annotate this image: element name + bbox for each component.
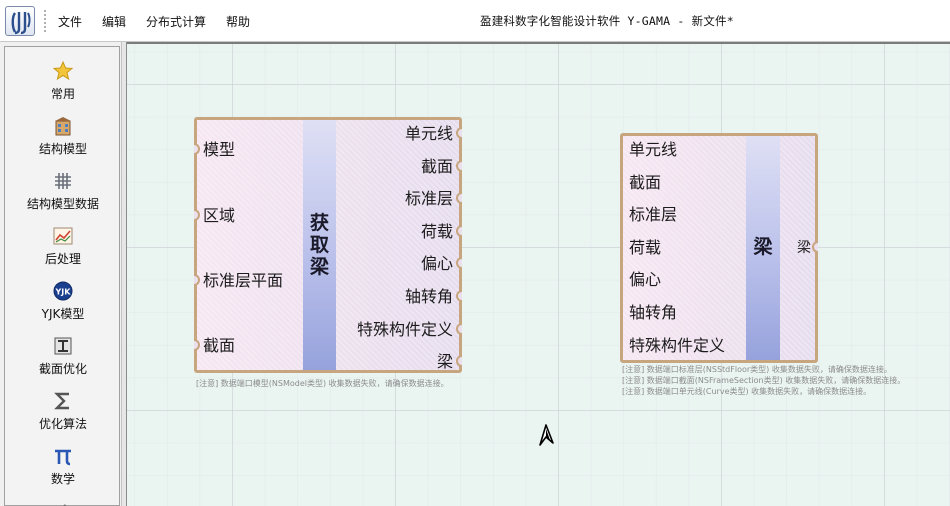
output-nub[interactable] — [456, 290, 462, 302]
toolbox-item-structural-model-data[interactable]: 结构模型数据 — [5, 163, 121, 215]
title-bar: 文件 编辑 分布式计算 帮助 盈建科数字化智能设计软件 Y-GAMA - 新文件… — [0, 0, 950, 42]
section-icon — [54, 337, 72, 355]
input-port-model[interactable]: 模型 — [203, 140, 235, 160]
output-port-eccentricity[interactable]: 偏心 — [421, 254, 453, 274]
input-port-load[interactable]: 荷载 — [629, 238, 661, 258]
toolbox-item-common[interactable]: 常用 — [5, 53, 121, 105]
toolbox-item-label: 常用 — [50, 87, 75, 101]
pi-icon — [55, 449, 71, 466]
component-toolbox: 常用 结构模型 结构模型数据 后处理 YJK YJK模型 截面优化 优化算法 数… — [0, 42, 122, 506]
toolbox-item-optimization-algorithm[interactable]: 优化算法 — [5, 383, 121, 435]
output-port-beam[interactable]: 梁 — [437, 352, 453, 372]
toolbox-item-math[interactable]: 数学 — [5, 438, 121, 490]
toolbox-item-post-processing[interactable]: 后处理 — [5, 218, 121, 270]
toolbox-item-structural-model[interactable]: 结构模型 — [5, 108, 121, 160]
toolbox-item-label: 后处理 — [44, 252, 81, 266]
toolbox-item-label: YJK模型 — [41, 307, 85, 321]
app-logo-icon[interactable] — [5, 6, 35, 36]
app-window: 文件 编辑 分布式计算 帮助 盈建科数字化智能设计软件 Y-GAMA - 新文件… — [0, 0, 950, 506]
toolbox-item-label: 截面优化 — [38, 362, 87, 376]
chart-icon — [53, 227, 73, 245]
input-nub[interactable] — [194, 143, 200, 155]
output-port-section[interactable]: 截面 — [421, 157, 453, 177]
input-port-std-floor[interactable]: 标准层 — [629, 205, 677, 225]
output-port-rotation-angle[interactable]: 轴转角 — [405, 287, 453, 307]
output-nub[interactable] — [456, 127, 462, 139]
toolbox-item-label: 数学 — [50, 472, 75, 486]
output-port-beam[interactable]: 梁 — [797, 238, 811, 258]
svg-text:YJK: YJK — [55, 288, 72, 297]
output-port-element-line[interactable]: 单元线 — [405, 124, 453, 144]
menu-help[interactable]: 帮助 — [226, 13, 250, 30]
window-title: 盈建科数字化智能设计软件 Y-GAMA - 新文件* — [480, 14, 734, 28]
input-port-section[interactable]: 截面 — [203, 336, 235, 356]
menu-edit[interactable]: 编辑 — [102, 13, 126, 30]
menu-distributed-computing[interactable]: 分布式计算 — [146, 13, 206, 30]
input-nub[interactable] — [194, 339, 200, 351]
toolbox-item-section-optimization[interactable]: 截面优化 — [5, 328, 121, 380]
node-beam-warning-3: [注意] 数据端口单元线(Curve类型) 收集数据失败，请确保数据连接。 — [622, 387, 872, 396]
toolbox-item-label: 优化算法 — [38, 417, 87, 431]
input-nub[interactable] — [194, 209, 200, 221]
toolbox-item-yjk-model[interactable]: YJK YJK模型 — [5, 273, 121, 325]
toolbox-item-label: 结构模型数据 — [26, 197, 99, 211]
node-get-beam[interactable]: 获取梁 模型 区域 标准层平面 截面 单元线 截面 标准层 荷载 偏心 轴转角 … — [194, 117, 462, 373]
node-beam-warning-2: [注意] 数据端口截面(NSFrameSection类型) 收集数据失败，请确保… — [622, 376, 906, 385]
output-nub[interactable] — [456, 257, 462, 269]
output-port-load[interactable]: 荷载 — [421, 222, 453, 242]
toolbox-panel: 常用 结构模型 结构模型数据 后处理 YJK YJK模型 截面优化 优化算法 数… — [4, 46, 120, 506]
menu-file[interactable]: 文件 — [58, 13, 82, 30]
star-icon — [53, 61, 73, 81]
node-beam[interactable]: 梁 单元线 截面 标准层 荷载 偏心 轴转角 特殊构件定义 梁 — [620, 133, 818, 363]
input-port-rotation-angle[interactable]: 轴转角 — [629, 303, 677, 323]
node-get-beam-warning: [注意] 数据端口模型(NSModel类型) 收集数据失败，请确保数据连接。 — [196, 379, 449, 388]
output-nub[interactable] — [456, 225, 462, 237]
output-nub[interactable] — [456, 192, 462, 204]
output-nub[interactable] — [456, 323, 462, 335]
toolbox-item-label: 结构模型 — [38, 142, 87, 156]
input-port-special-member[interactable]: 特殊构件定义 — [629, 336, 725, 356]
output-nub[interactable] — [812, 241, 818, 253]
node-beam-title-strip: 梁 — [746, 136, 780, 360]
node-beam-warning-1: [注意] 数据端口标准层(NSStdFloor类型) 收集数据失败，请确保数据连… — [622, 365, 892, 374]
output-port-std-floor[interactable]: 标准层 — [405, 189, 453, 209]
menu-grip — [44, 10, 47, 32]
tool-icon — [63, 504, 67, 506]
node-get-beam-title-strip: 获取梁 — [303, 120, 336, 370]
input-port-eccentricity[interactable]: 偏心 — [629, 270, 661, 290]
output-nub[interactable] — [456, 355, 462, 367]
grid-icon — [55, 173, 71, 189]
input-port-element-line[interactable]: 单元线 — [629, 140, 677, 160]
input-port-std-floor-plane[interactable]: 标准层平面 — [203, 271, 283, 291]
node-get-beam-title: 获取梁 — [309, 212, 329, 278]
node-beam-title: 梁 — [753, 236, 773, 258]
mouse-cursor-icon — [539, 424, 554, 446]
toolbox-item-partial[interactable] — [5, 493, 121, 506]
building-icon — [55, 117, 71, 136]
input-port-region[interactable]: 区域 — [203, 206, 235, 226]
input-port-section[interactable]: 截面 — [629, 173, 661, 193]
sigma-icon — [54, 392, 69, 410]
output-port-special-member[interactable]: 特殊构件定义 — [357, 320, 453, 340]
yjk-logo-icon: YJK — [53, 281, 73, 301]
output-nub[interactable] — [456, 160, 462, 172]
input-nub[interactable] — [194, 274, 200, 286]
